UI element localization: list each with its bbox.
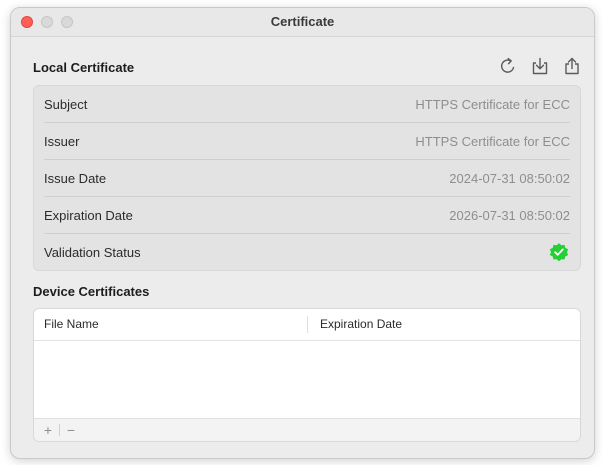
local-certificate-details: Subject HTTPS Certificate for ECC Issuer… [33, 85, 581, 271]
column-header-expiration-date[interactable]: Expiration Date [320, 309, 402, 340]
certificate-toolbar [496, 54, 584, 78]
issuer-row: Issuer HTTPS Certificate for ECC [44, 123, 570, 159]
verified-badge-icon [549, 243, 569, 262]
validation-status-row: Validation Status [44, 234, 570, 270]
remove-certificate-button[interactable]: − [63, 422, 79, 438]
device-certificates-heading: Device Certificates [33, 284, 150, 299]
issuer-label: Issuer [44, 133, 80, 149]
issue-date-label: Issue Date [44, 170, 107, 186]
table-header: File Name Expiration Date [34, 309, 580, 341]
export-button[interactable] [560, 54, 584, 78]
subject-row: Subject HTTPS Certificate for ECC [44, 86, 570, 122]
refresh-icon [500, 57, 515, 73]
share-icon [565, 57, 579, 75]
download-icon [532, 57, 548, 75]
local-certificate-heading: Local Certificate [33, 60, 135, 75]
expiration-date-row: Expiration Date 2026-07-31 08:50:02 [44, 197, 570, 233]
device-certificates-table: File Name Expiration Date + − [33, 308, 581, 442]
expiration-date-value: 2026-07-31 08:50:02 [449, 207, 570, 223]
add-certificate-button[interactable]: + [40, 422, 56, 438]
issue-date-row: Issue Date 2024-07-31 08:50:02 [44, 160, 570, 196]
validation-status-label: Validation Status [44, 244, 141, 260]
import-button[interactable] [528, 54, 552, 78]
table-footer: + − [34, 418, 580, 441]
table-body[interactable] [34, 341, 580, 419]
expiration-date-label: Expiration Date [44, 207, 133, 223]
window-title: Certificate [270, 14, 335, 29]
footer-divider [59, 424, 60, 436]
certificate-window: Certificate Local Certificate Subject HT… [10, 7, 595, 459]
column-header-file-name[interactable]: File Name [44, 309, 99, 340]
refresh-button[interactable] [496, 54, 520, 78]
issuer-value: HTTPS Certificate for ECC [415, 133, 570, 149]
issue-date-value: 2024-07-31 08:50:02 [449, 170, 570, 186]
title-bar: Certificate [11, 8, 594, 37]
column-divider [307, 316, 308, 333]
subject-label: Subject [44, 96, 88, 112]
subject-value: HTTPS Certificate for ECC [415, 96, 570, 112]
